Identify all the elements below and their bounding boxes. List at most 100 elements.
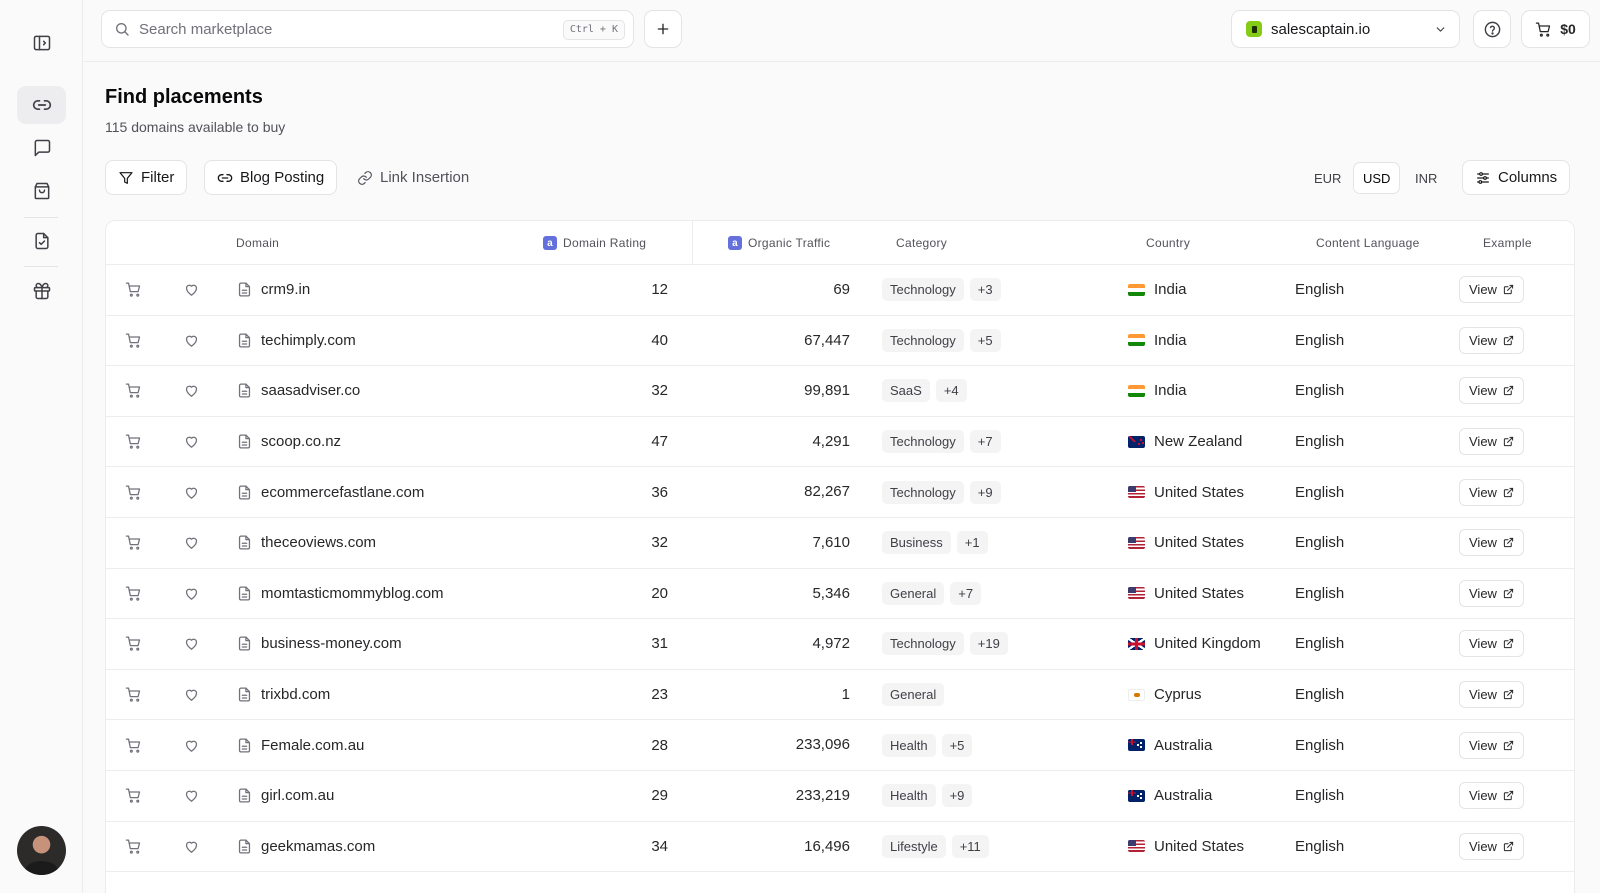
currency-inr[interactable]: INR — [1406, 162, 1446, 194]
add-to-cart-button[interactable] — [125, 467, 142, 517]
add-button[interactable] — [644, 10, 682, 48]
domain-link[interactable]: saasadviser.co — [261, 366, 360, 416]
favorite-button[interactable] — [183, 265, 200, 315]
favorite-button[interactable] — [183, 619, 200, 669]
more-categories-badge[interactable]: +5 — [969, 328, 1001, 352]
column-header-domain[interactable]: Domain — [236, 236, 279, 250]
table-row: trixbd.com 23 1 General Cyprus English V… — [106, 670, 1574, 721]
domain-link[interactable]: ecommercefastlane.com — [261, 467, 424, 517]
more-categories-badge[interactable]: +7 — [950, 581, 982, 605]
search-input[interactable] — [139, 20, 539, 38]
add-to-cart-button[interactable] — [125, 316, 142, 366]
favorite-button[interactable] — [183, 518, 200, 568]
view-example-button[interactable]: View — [1459, 579, 1524, 607]
add-to-cart-button[interactable] — [125, 518, 142, 568]
workspace-selector[interactable]: salescaptain.io — [1231, 10, 1460, 48]
tab-blog-posting[interactable]: Blog Posting — [204, 160, 338, 195]
favorite-button[interactable] — [183, 417, 200, 467]
more-categories-badge[interactable]: +9 — [969, 480, 1001, 504]
favorite-button[interactable] — [183, 771, 200, 821]
more-categories-badge[interactable]: +4 — [935, 379, 967, 403]
category-cell: General — [882, 670, 945, 720]
more-categories-badge[interactable]: +5 — [941, 733, 973, 757]
column-header-example[interactable]: Example — [1483, 236, 1532, 250]
sidebar-item-tasks[interactable] — [17, 222, 66, 260]
view-example-button[interactable]: View — [1459, 832, 1524, 860]
sidebar-item-links[interactable] — [17, 86, 66, 124]
workspace-logo-icon — [1246, 21, 1262, 37]
sidebar-item-rewards[interactable] — [17, 272, 66, 310]
add-to-cart-button[interactable] — [125, 265, 142, 315]
page-title: Find placements — [105, 86, 263, 108]
add-to-cart-button[interactable] — [125, 366, 142, 416]
favorite-button[interactable] — [183, 316, 200, 366]
columns-button[interactable]: Columns — [1462, 160, 1571, 195]
favorite-button[interactable] — [183, 569, 200, 619]
more-categories-badge[interactable]: +9 — [941, 784, 973, 808]
favorite-button[interactable] — [183, 467, 200, 517]
content-language-value: English — [1295, 331, 1345, 349]
sidebar-item-messages[interactable] — [17, 129, 66, 167]
domain-link[interactable]: momtasticmommyblog.com — [261, 569, 444, 619]
view-label: View — [1469, 737, 1497, 753]
view-example-button[interactable]: View — [1459, 478, 1524, 506]
more-categories-badge[interactable]: +11 — [951, 834, 989, 858]
add-to-cart-button[interactable] — [125, 569, 142, 619]
domain-link[interactable]: geekmamas.com — [261, 822, 375, 872]
user-avatar[interactable] — [17, 826, 66, 875]
domain-rating-value: 34 — [651, 837, 668, 855]
domain-link[interactable]: theceoviews.com — [261, 518, 376, 568]
tab-link-insertion[interactable]: Link Insertion — [345, 160, 481, 195]
add-to-cart-button[interactable] — [125, 417, 142, 467]
column-header-category[interactable]: Category — [896, 236, 947, 250]
domain-link[interactable]: Female.com.au — [261, 720, 364, 770]
add-to-cart-button[interactable] — [125, 822, 142, 872]
add-to-cart-button[interactable] — [125, 670, 142, 720]
currency-usd[interactable]: USD — [1353, 162, 1401, 194]
view-example-button[interactable]: View — [1459, 630, 1524, 658]
sidebar-item-orders[interactable] — [17, 172, 66, 210]
view-example-button[interactable]: View — [1459, 377, 1524, 405]
view-example-button[interactable]: View — [1459, 731, 1524, 759]
favorite-button[interactable] — [183, 670, 200, 720]
filter-button[interactable]: Filter — [105, 160, 188, 195]
domain-link[interactable]: techimply.com — [261, 316, 356, 366]
country-name: Australia — [1154, 787, 1213, 805]
domain-link[interactable]: girl.com.au — [261, 771, 334, 821]
domain-link[interactable]: business-money.com — [261, 619, 402, 669]
help-button[interactable] — [1473, 10, 1511, 48]
toggle-sidebar-button[interactable] — [17, 24, 66, 62]
column-header-organic-traffic[interactable]: a Organic Traffic — [728, 236, 830, 250]
table-row: saasadviser.co 32 99,891 SaaS +4 India E… — [106, 366, 1574, 417]
add-to-cart-button[interactable] — [125, 619, 142, 669]
view-example-button[interactable]: View — [1459, 326, 1524, 354]
column-header-domain-rating[interactable]: a Domain Rating — [543, 236, 646, 250]
favorite-button[interactable] — [183, 366, 200, 416]
column-header-country[interactable]: Country — [1146, 236, 1190, 250]
more-categories-badge[interactable]: +3 — [969, 278, 1001, 302]
search-box[interactable]: Ctrl + K — [101, 10, 634, 48]
view-example-button[interactable]: View — [1459, 681, 1524, 709]
document-icon — [236, 316, 253, 366]
domain-link[interactable]: scoop.co.nz — [261, 417, 341, 467]
column-header-content-language[interactable]: Content Language — [1316, 236, 1420, 250]
currency-eur[interactable]: EUR — [1305, 162, 1350, 194]
view-example-button[interactable]: View — [1459, 782, 1524, 810]
columns-label: Columns — [1498, 169, 1558, 186]
table-row: girl.com.au 29 233,219 Health +9 Austral… — [106, 771, 1574, 822]
add-to-cart-button[interactable] — [125, 771, 142, 821]
table-row: theceoviews.com 32 7,610 Business +1 Uni… — [106, 518, 1574, 569]
more-categories-badge[interactable]: +19 — [969, 632, 1008, 656]
domain-link[interactable]: crm9.in — [261, 265, 310, 315]
domain-link[interactable]: trixbd.com — [261, 670, 330, 720]
cart-button[interactable]: $0 — [1521, 10, 1590, 48]
more-categories-badge[interactable]: +1 — [956, 531, 988, 555]
view-example-button[interactable]: View — [1459, 529, 1524, 557]
table-row: momtasticmommyblog.com 20 5,346 General … — [106, 569, 1574, 620]
favorite-button[interactable] — [183, 822, 200, 872]
view-example-button[interactable]: View — [1459, 428, 1524, 456]
favorite-button[interactable] — [183, 720, 200, 770]
add-to-cart-button[interactable] — [125, 720, 142, 770]
view-example-button[interactable]: View — [1459, 276, 1524, 304]
more-categories-badge[interactable]: +7 — [969, 430, 1001, 454]
